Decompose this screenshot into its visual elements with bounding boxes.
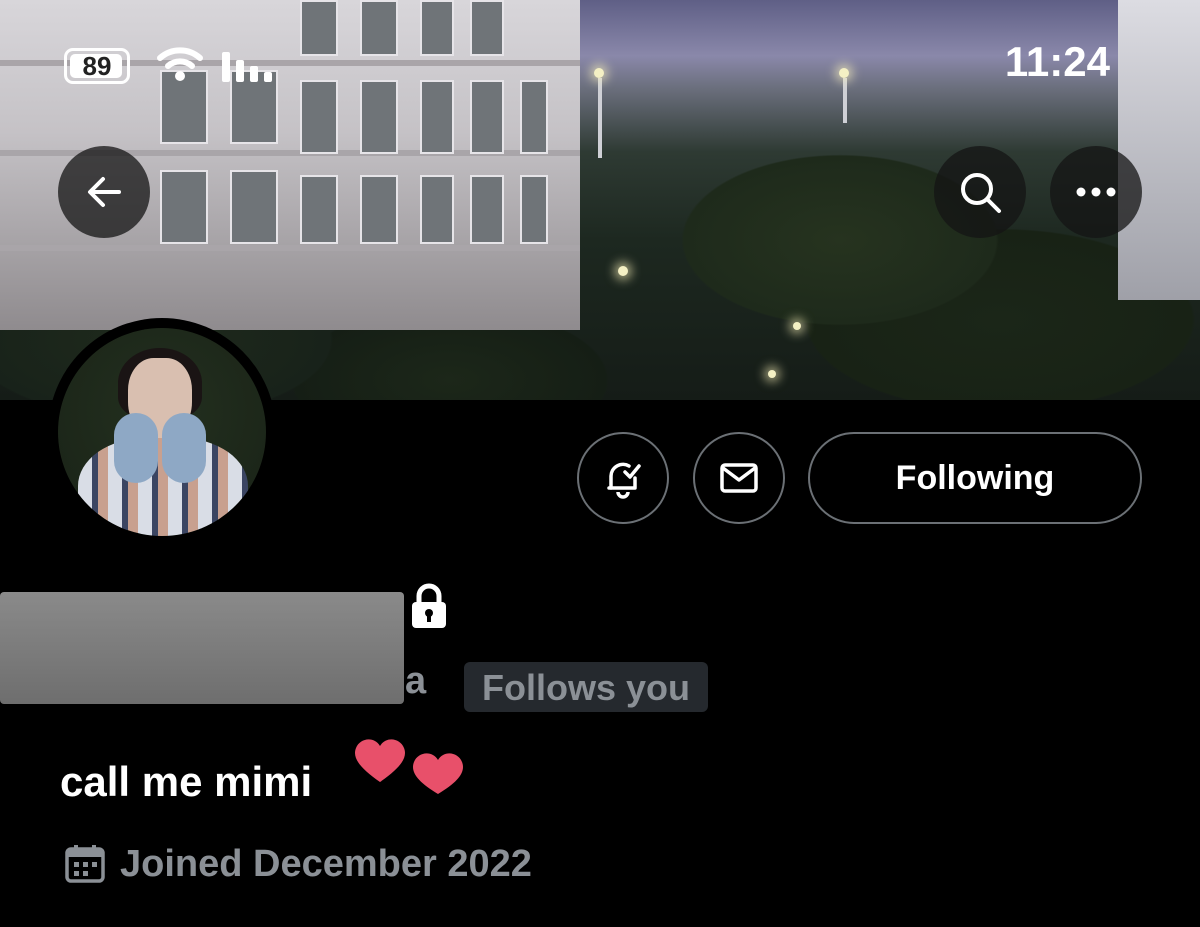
profile-bio: call me mimi (60, 758, 313, 805)
message-button[interactable] (693, 432, 785, 524)
joined-date: Joined December 2022 (64, 838, 532, 890)
light-dot (618, 266, 628, 276)
status-bar: 89 11:24 (0, 0, 1200, 120)
battery-level: 89 (82, 51, 112, 81)
back-button[interactable] (58, 146, 150, 238)
search-button[interactable] (934, 146, 1026, 238)
follows-you-badge: Follows you (464, 662, 709, 712)
following-button[interactable]: Following (808, 432, 1142, 524)
redacted-name-area (0, 592, 404, 704)
hearts-emoji (355, 739, 463, 794)
battery-icon: 89 (64, 48, 130, 84)
light-dot (793, 322, 801, 330)
more-button[interactable] (1050, 146, 1142, 238)
envelope-icon (720, 463, 758, 493)
bell-check-icon (607, 462, 641, 499)
lock-icon (412, 583, 446, 628)
avatar-photo (58, 328, 266, 536)
joined-text: Joined December 2022 (120, 842, 532, 885)
search-icon (961, 173, 1001, 213)
calendar-icon (65, 845, 105, 883)
handle-text: a (405, 660, 427, 702)
arrow-left-icon (88, 177, 121, 207)
more-horizontal-icon (1076, 187, 1116, 197)
notifications-button[interactable] (577, 432, 669, 524)
light-dot (768, 370, 776, 378)
wifi-icon (157, 47, 203, 81)
profile-avatar[interactable] (48, 318, 276, 546)
signal-icon (222, 52, 272, 82)
clock: 11:24 (1004, 38, 1110, 85)
